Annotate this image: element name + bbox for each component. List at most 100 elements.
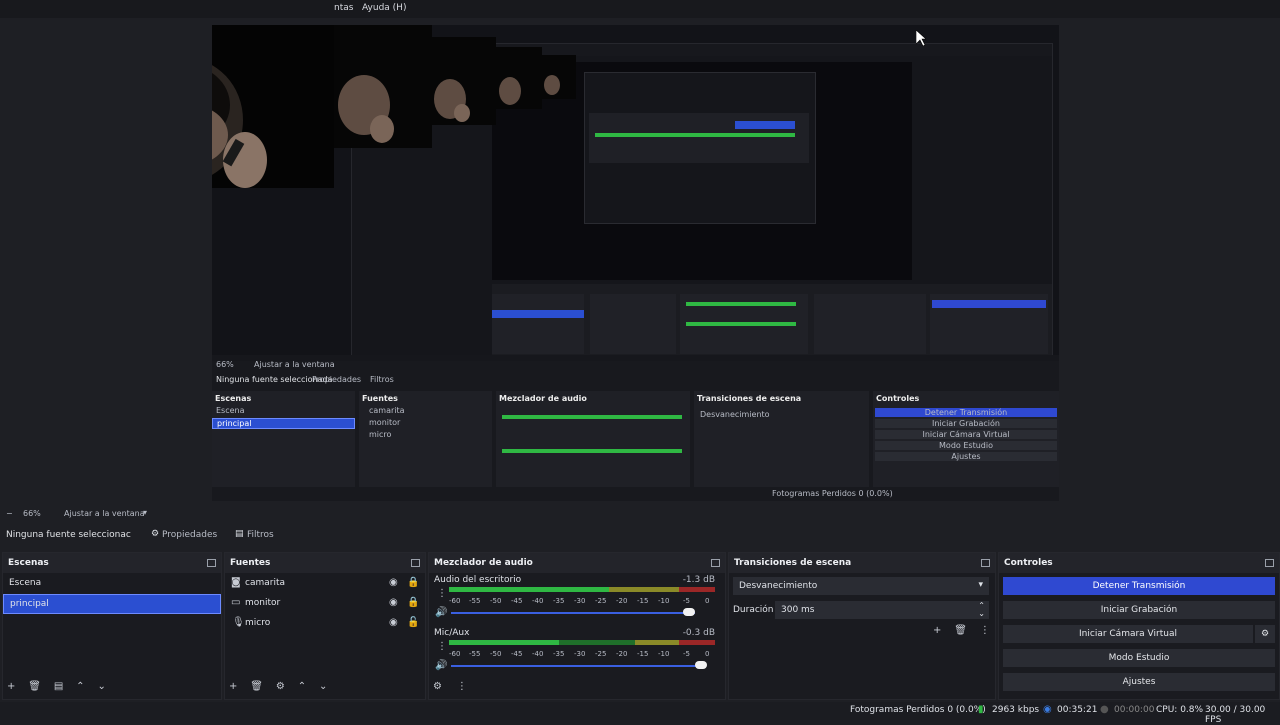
virtual-camera-settings-button[interactable]: ⚙ bbox=[1255, 625, 1275, 643]
nested-fit-label: Ajustar a la ventana bbox=[254, 360, 335, 369]
source-toolbar: Ninguna fuente seleccionac ⚙ Propiedades… bbox=[0, 527, 1280, 545]
add-source-icon[interactable]: + bbox=[229, 681, 237, 692]
start-virtual-camera-button[interactable]: Iniciar Cámara Virtual bbox=[1003, 625, 1253, 643]
mixer-title: Mezclador de audio bbox=[429, 553, 725, 573]
webcam-person-image bbox=[212, 25, 334, 188]
undock-icon[interactable] bbox=[411, 559, 420, 567]
dropped-frames: Fotogramas Perdidos 0 (0.0%) bbox=[850, 705, 986, 715]
undock-icon[interactable] bbox=[711, 559, 720, 567]
stop-streaming-button[interactable]: Detener Transmisión bbox=[1003, 577, 1275, 595]
source-item-micro[interactable]: 🎙 micro ◉ 🔓 bbox=[229, 615, 419, 633]
nested-transition-select: Desvanecimiento bbox=[700, 410, 770, 419]
remove-source-icon[interactable]: 🗑 bbox=[250, 681, 263, 692]
source-label: micro bbox=[245, 618, 271, 628]
nested-sources-dock: Fuentes camarita monitor micro bbox=[359, 391, 492, 487]
filters-button[interactable]: Filtros bbox=[247, 530, 274, 540]
scene-filters-icon[interactable]: ▤ bbox=[54, 681, 63, 692]
db-scale: -60 -55 -50 -45 -40 -35 -30 -25 -20 -15 … bbox=[449, 650, 710, 658]
nested-scenes-dock: Escenas Escena principal bbox=[212, 391, 355, 487]
collapse-icon[interactable]: − bbox=[6, 509, 13, 518]
volume-slider[interactable] bbox=[451, 665, 705, 667]
scenes-title: Escenas bbox=[3, 553, 221, 573]
undock-icon[interactable] bbox=[981, 559, 990, 567]
eye-icon[interactable]: ◉ bbox=[389, 597, 398, 608]
transition-actions: + 🗑 ⋮ bbox=[933, 625, 990, 636]
transitions-title: Transiciones de escena bbox=[729, 553, 995, 573]
mic-icon: 🎙 bbox=[232, 617, 245, 628]
nested-scenes-title: Escenas bbox=[215, 394, 252, 403]
move-down-icon[interactable]: ⌄ bbox=[319, 681, 327, 692]
eye-icon[interactable]: ◉ bbox=[389, 577, 398, 588]
record-icon: ● bbox=[1100, 704, 1109, 715]
scene-item-escena[interactable]: Escena bbox=[3, 574, 221, 592]
spin-down-icon[interactable]: ⌄ bbox=[978, 609, 985, 618]
scene-item-principal[interactable]: principal bbox=[3, 594, 221, 614]
undock-icon[interactable] bbox=[1265, 559, 1274, 567]
remove-scene-icon[interactable]: 🗑 bbox=[28, 681, 41, 692]
lock-icon[interactable]: 🔓 bbox=[407, 617, 419, 628]
add-transition-icon[interactable]: + bbox=[933, 625, 941, 636]
fit-window-dropdown[interactable]: Ajustar a la ventana bbox=[64, 509, 145, 518]
lock-icon[interactable]: 🔒 bbox=[407, 577, 419, 588]
undock-icon[interactable] bbox=[207, 559, 216, 567]
webcam-echo-2 bbox=[432, 37, 496, 125]
volume-slider-handle[interactable] bbox=[683, 608, 695, 616]
source-label: monitor bbox=[245, 598, 281, 608]
nested-zoom-label: 66% bbox=[216, 360, 234, 369]
status-bar: Fotogramas Perdidos 0 (0.0%) ▮ 2963 kbps… bbox=[0, 702, 1280, 725]
stream-icon: ◉ bbox=[1043, 704, 1052, 715]
mouse-cursor bbox=[915, 29, 927, 49]
add-scene-icon[interactable]: + bbox=[7, 681, 15, 692]
speaker-icon[interactable]: 🔊 bbox=[435, 607, 447, 618]
chevron-down-icon[interactable]: ▾ bbox=[143, 508, 147, 517]
studio-mode-button[interactable]: Modo Estudio bbox=[1003, 649, 1275, 667]
volume-slider[interactable] bbox=[451, 612, 695, 614]
nested-obs-window-2 bbox=[584, 72, 816, 224]
mixer-menu-icon[interactable]: ⋮ bbox=[457, 681, 467, 692]
record-time: 00:00:00 bbox=[1114, 705, 1155, 715]
channel-menu-icon[interactable]: ⋮ bbox=[437, 588, 447, 599]
level-meter bbox=[449, 587, 715, 592]
nested-source-item: camarita bbox=[369, 406, 405, 415]
move-up-icon[interactable]: ⌃ bbox=[298, 681, 306, 692]
gear-icon[interactable]: ⚙ bbox=[151, 529, 159, 539]
mixer-channel-name: Mic/Aux bbox=[434, 628, 470, 638]
lock-icon[interactable]: 🔒 bbox=[407, 597, 419, 608]
properties-button[interactable]: Propiedades bbox=[162, 530, 217, 540]
duration-field[interactable]: 300 ms ⌃ ⌄ bbox=[775, 601, 989, 619]
nested-stop-stream: Detener Transmisión bbox=[875, 408, 1057, 417]
nested-properties-tab: Propiedades bbox=[312, 375, 362, 384]
mixer-channel-db: -1.3 dB bbox=[682, 575, 715, 585]
transitions-dock: Transiciones de escena Desvanecimiento ▾… bbox=[728, 552, 996, 700]
advanced-audio-icon[interactable]: ⚙ bbox=[433, 681, 442, 692]
nested-transitions-title: Transiciones de escena bbox=[697, 394, 802, 403]
nested-docks bbox=[492, 284, 1052, 361]
camera-icon: ◙ bbox=[231, 577, 241, 588]
settings-button[interactable]: Ajustes bbox=[1003, 673, 1275, 691]
menu-item-ayuda[interactable]: Ayuda (H) bbox=[362, 3, 406, 13]
eye-icon[interactable]: ◉ bbox=[389, 617, 398, 628]
webcam-feed bbox=[212, 25, 334, 188]
filter-icon[interactable]: ▤ bbox=[235, 529, 244, 539]
level-meter bbox=[449, 640, 715, 645]
start-recording-button[interactable]: Iniciar Grabación bbox=[1003, 601, 1275, 619]
duration-value: 300 ms bbox=[781, 605, 815, 615]
transition-menu-icon[interactable]: ⋮ bbox=[980, 625, 990, 636]
zoom-label: 66% bbox=[23, 509, 41, 518]
speaker-icon[interactable]: 🔊 bbox=[435, 660, 447, 671]
volume-slider-handle[interactable] bbox=[695, 661, 707, 669]
source-item-monitor[interactable]: ▭ monitor ◉ 🔒 bbox=[229, 595, 419, 613]
transition-select[interactable]: Desvanecimiento ▾ bbox=[733, 577, 989, 595]
remove-transition-icon[interactable]: 🗑 bbox=[954, 625, 967, 636]
move-down-icon[interactable]: ⌄ bbox=[97, 681, 105, 692]
sources-footer: + 🗑 ⚙ ⌃ ⌄ bbox=[229, 681, 327, 692]
gear-icon: ⚙ bbox=[1260, 629, 1270, 639]
channel-menu-icon[interactable]: ⋮ bbox=[437, 641, 447, 652]
db-scale: -60 -55 -50 -45 -40 -35 -30 -25 -20 -15 … bbox=[449, 597, 710, 605]
source-item-camarita[interactable]: ◙ camarita ◉ 🔒 bbox=[229, 575, 419, 593]
preview-canvas[interactable] bbox=[212, 25, 1059, 361]
menu-item-ventanas[interactable]: ntas bbox=[334, 3, 353, 13]
move-up-icon[interactable]: ⌃ bbox=[76, 681, 84, 692]
nested-settings: Ajustes bbox=[875, 452, 1057, 461]
source-settings-icon[interactable]: ⚙ bbox=[276, 681, 285, 692]
